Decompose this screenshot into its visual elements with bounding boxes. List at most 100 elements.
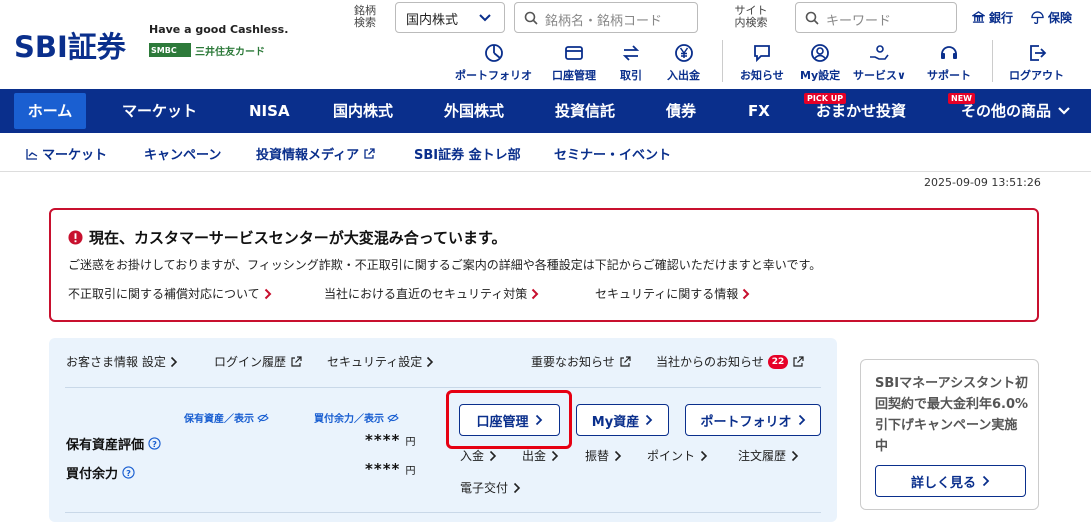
market-select[interactable]: 国内株式 <box>395 2 505 33</box>
transfer-action-label: 振替 <box>585 449 610 463</box>
e-delivery-action-link[interactable]: 電子交付 <box>460 479 521 496</box>
highlight-frame <box>446 390 572 449</box>
headset-icon <box>941 46 957 59</box>
nav-foreign-stocks[interactable]: 外国株式 <box>444 89 504 133</box>
divider <box>992 40 993 82</box>
portfolio-button[interactable]: ポートフォリオ <box>685 404 821 436</box>
asset-value-masked: **** <box>365 431 401 449</box>
alert-link-security-info[interactable]: セキュリティに関する情報 <box>595 285 750 302</box>
customer-info-link[interactable]: お客さま情報 設定 <box>66 353 178 370</box>
bank-link-label: 銀行 <box>989 11 1014 25</box>
services-link[interactable]: サービス∨ <box>853 42 906 83</box>
yen-coin-icon <box>674 44 693 62</box>
customer-info-label: お客さま情報 設定 <box>66 355 166 369</box>
smbc-badge: SMBC <box>149 43 191 57</box>
buying-toggle-label: 買付余力／表示 <box>314 414 384 425</box>
bank-icon <box>972 11 985 23</box>
buying-power-visibility-toggle[interactable]: 買付余力／表示 <box>314 410 399 425</box>
subnav-market[interactable]: マーケット <box>26 144 107 163</box>
logout-icon <box>1029 45 1046 61</box>
order-history-action-link[interactable]: 注文履歴 <box>738 447 799 464</box>
asset-value: **** 円 <box>365 430 415 449</box>
bank-link[interactable]: 銀行 <box>972 9 1013 26</box>
chevron-right-icon <box>798 414 805 426</box>
chevron-right-icon <box>646 414 653 426</box>
umbrella-icon <box>1031 11 1044 24</box>
promo-details-button[interactable]: 詳しく見る <box>875 465 1026 497</box>
eye-off-icon <box>257 413 269 422</box>
points-action-label: ポイント <box>647 449 696 463</box>
nav-fx[interactable]: FX <box>748 89 770 133</box>
services-label: サービス∨ <box>853 69 906 82</box>
withdraw-action-link[interactable]: 出金 <box>522 447 559 464</box>
subnav-kintore[interactable]: SBI証券 金トレ部 <box>414 144 521 163</box>
nav-investment-trusts[interactable]: 投資信託 <box>555 89 615 133</box>
subnav-campaign[interactable]: キャンペーン <box>144 144 221 163</box>
svg-text:?: ? <box>152 439 157 449</box>
withdraw-action-label: 出金 <box>522 449 547 463</box>
support-link[interactable]: サポート <box>927 42 971 83</box>
insurance-link[interactable]: 保険 <box>1031 9 1072 26</box>
alert-link2-label: 当社における直近のセキュリティ対策 <box>324 287 528 301</box>
nav-other-label: その他の商品 <box>961 102 1052 120</box>
login-history-link[interactable]: ログイン履歴 <box>214 353 302 370</box>
help-icon[interactable]: ? <box>122 466 135 479</box>
transfer-action-link[interactable]: 振替 <box>585 447 622 464</box>
important-notices-label: 重要なお知らせ <box>531 355 615 369</box>
security-settings-label: セキュリティ設定 <box>327 355 423 369</box>
security-settings-link[interactable]: セキュリティ設定 <box>327 353 434 370</box>
stock-search-label: 銘柄検索 <box>354 4 376 29</box>
asset-value-label: 保有資産評価 <box>66 438 145 453</box>
svg-text:?: ? <box>126 468 131 478</box>
assets-visibility-toggle[interactable]: 保有資産／表示 <box>184 410 269 425</box>
hand-service-icon <box>870 45 890 60</box>
important-notices-link[interactable]: 重要なお知らせ <box>531 353 631 370</box>
my-settings-link[interactable]: My設定 <box>800 42 840 83</box>
nav-bonds[interactable]: 債券 <box>666 89 696 133</box>
portfolio-link[interactable]: ポートフォリオ <box>455 42 532 83</box>
nav-other-products[interactable]: その他の商品 <box>961 89 1071 133</box>
order-history-action-label: 注文履歴 <box>738 449 787 463</box>
sbi-logo[interactable]: SBI証券 <box>14 24 126 66</box>
deposit-label: 入出金 <box>667 69 700 82</box>
nav-nisa[interactable]: NISA <box>249 89 290 133</box>
chevron-down-icon <box>479 14 491 22</box>
company-notices-label: 当社からのお知らせ <box>656 355 764 369</box>
chevron-right-icon <box>427 356 434 367</box>
site-search-label: サイト内検索 <box>734 4 768 29</box>
notices-link[interactable]: お知らせ <box>740 42 784 83</box>
card-icon <box>565 46 583 60</box>
points-action-link[interactable]: ポイント <box>647 447 708 464</box>
chart-icon <box>26 148 38 160</box>
nav-market[interactable]: マーケット <box>122 89 197 133</box>
deposit-link[interactable]: 入出金 <box>667 42 700 83</box>
e-delivery-action-label: 電子交付 <box>460 481 509 495</box>
subnav-media[interactable]: 投資情報メディア <box>256 144 375 163</box>
help-icon[interactable]: ? <box>148 437 161 450</box>
chevron-right-icon <box>513 482 521 493</box>
portfolio-button-label: ポートフォリオ <box>700 414 792 430</box>
my-assets-button[interactable]: My資産 <box>576 404 669 436</box>
buying-power-masked: **** <box>365 460 401 478</box>
subnav-seminar[interactable]: セミナー・イベント <box>554 144 671 163</box>
divider <box>722 40 723 82</box>
exclamation-icon <box>68 230 83 245</box>
nav-omakase[interactable]: おまかせ投資 <box>816 89 906 133</box>
account-link[interactable]: 口座管理 <box>552 42 596 83</box>
timestamp: 2025-09-09 13:51:26 <box>924 176 1041 189</box>
chevron-right-icon <box>614 450 622 461</box>
alert-link-compensation[interactable]: 不正取引に関する補償対応について <box>68 285 272 302</box>
logout-link[interactable]: ログアウト <box>1009 42 1064 83</box>
promo-text: SBIマネーアシスタント初回契約で最大金利年6.0%引下げキャンペーン実施中 <box>875 376 1029 454</box>
nav-domestic-stocks[interactable]: 国内株式 <box>333 89 393 133</box>
alert-link-security-measures[interactable]: 当社における直近のセキュリティ対策 <box>324 285 539 302</box>
stock-search-input[interactable]: 銘柄名・銘柄コード <box>514 2 698 33</box>
nav-home[interactable]: ホーム <box>14 93 86 129</box>
trade-link[interactable]: 取引 <box>620 42 642 83</box>
keyword-search-input[interactable]: キーワード <box>795 2 957 33</box>
chevron-right-icon <box>532 288 539 299</box>
buying-power-label: 買付余力 <box>66 467 119 482</box>
deposit-action-link[interactable]: 入金 <box>460 447 497 464</box>
notices-label: お知らせ <box>740 69 784 82</box>
company-notices-link[interactable]: 当社からのお知らせ 22 <box>656 353 804 370</box>
